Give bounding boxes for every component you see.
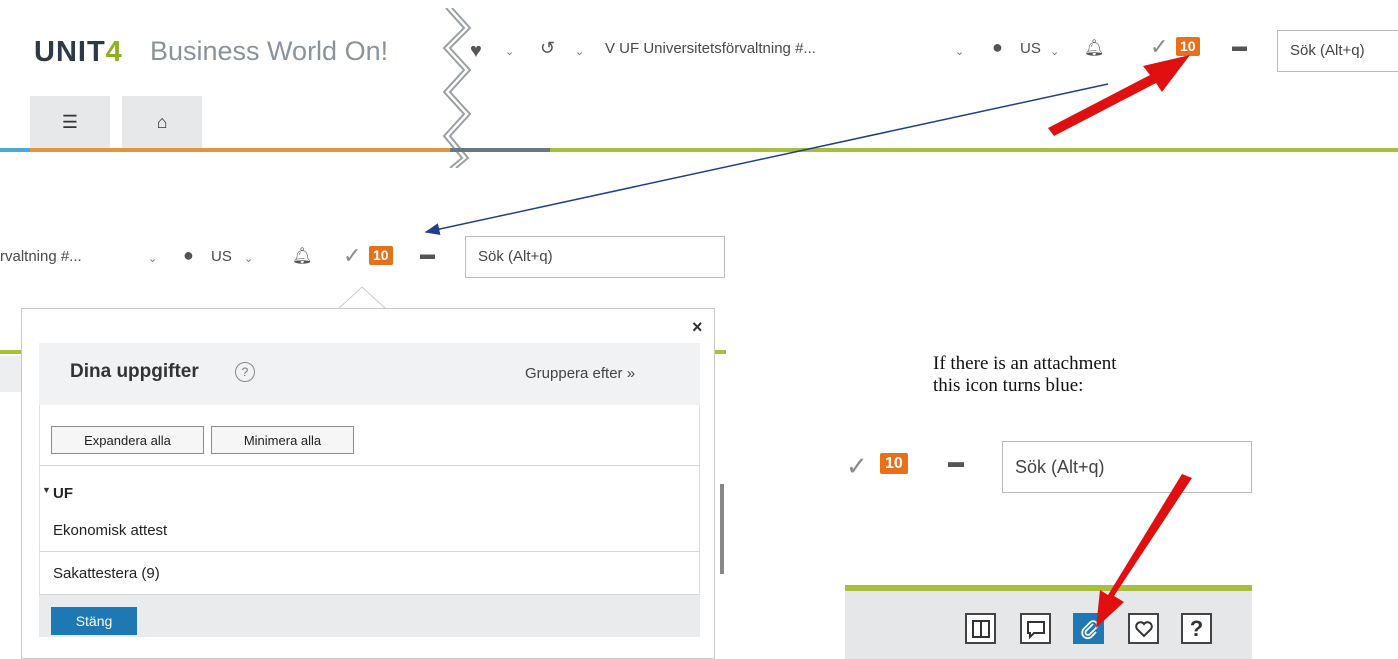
annotation-arrows (424, 55, 1192, 628)
